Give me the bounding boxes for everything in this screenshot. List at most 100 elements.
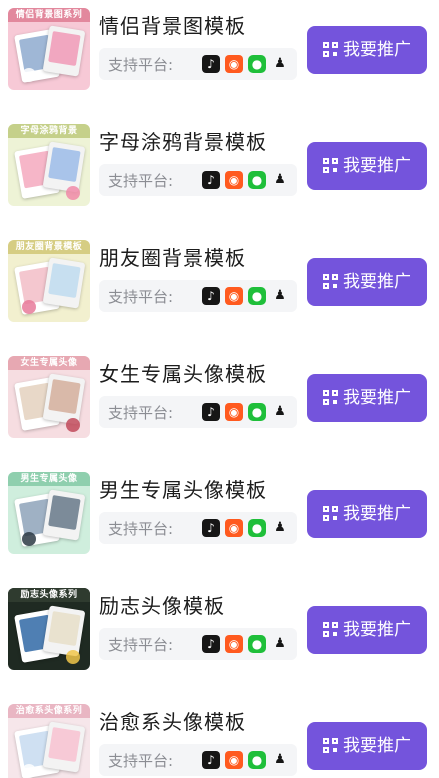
template-thumbnail[interactable]: 朋友圈背景模板 [8, 240, 90, 322]
list-item[interactable]: 情侣背景图系列 情侣背景图模板 支持平台: ♪ ◉ ● ♟ 我要推广 [0, 0, 439, 108]
qq-icon: ♟ [274, 636, 286, 651]
qq-icon: ♟ [274, 520, 286, 535]
platform-label: 支持平台: [108, 404, 174, 422]
kuaishou-icon: ◉ [225, 55, 243, 73]
promote-button[interactable]: 我要推广 [307, 258, 427, 306]
kuaishou-icon: ◉ [225, 287, 243, 305]
douyin-icon: ♪ [202, 635, 220, 653]
list-item[interactable]: 朋友圈背景模板 朋友圈背景模板 支持平台: ♪ ◉ ● ♟ 我要推广 [0, 224, 439, 340]
wechat-icon: ● [248, 403, 266, 421]
template-thumbnail[interactable]: 男生专属头像 [8, 472, 90, 554]
template-title: 朋友圈背景模板 [99, 246, 246, 270]
list-item[interactable]: 女生专属头像 女生专属头像模板 支持平台: ♪ ◉ ● ♟ 我要推广 [0, 340, 439, 456]
promote-button[interactable]: 我要推广 [307, 374, 427, 422]
supported-platforms: 支持平台: ♪ ◉ ● ♟ [99, 512, 297, 544]
list-item[interactable]: 男生专属头像 男生专属头像模板 支持平台: ♪ ◉ ● ♟ 我要推广 [0, 456, 439, 572]
template-thumbnail[interactable]: 字母涂鸦背景 [8, 124, 90, 206]
qq-icon: ♟ [274, 56, 286, 71]
thumbnail-decoration [22, 300, 36, 314]
wechat-icon: ● [248, 751, 266, 769]
template-title: 字母涂鸦背景模板 [99, 130, 267, 154]
douyin-icon: ♪ [202, 403, 220, 421]
promote-button[interactable]: 我要推广 [307, 142, 427, 190]
promote-button-label: 我要推广 [343, 620, 411, 640]
wechat-icon: ● [248, 171, 266, 189]
douyin-icon: ♪ [202, 171, 220, 189]
supported-platforms: 支持平台: ♪ ◉ ● ♟ [99, 164, 297, 196]
platform-label: 支持平台: [108, 636, 174, 654]
template-list: 情侣背景图系列 情侣背景图模板 支持平台: ♪ ◉ ● ♟ 我要推广 字母涂鸦背… [0, 0, 439, 778]
qrcode-icon [323, 622, 338, 637]
template-thumbnail[interactable]: 情侣背景图系列 [8, 8, 90, 90]
list-item[interactable]: 治愈系头像系列 治愈系头像模板 支持平台: ♪ ◉ ● ♟ 我要推广 [0, 688, 439, 778]
template-thumbnail[interactable]: 女生专属头像 [8, 356, 90, 438]
douyin-icon: ♪ [202, 751, 220, 769]
thumbnail-caption: 字母涂鸦背景 [8, 124, 90, 138]
wechat-icon: ● [248, 55, 266, 73]
list-item[interactable]: 励志头像系列 励志头像模板 支持平台: ♪ ◉ ● ♟ 我要推广 [0, 572, 439, 688]
promote-button[interactable]: 我要推广 [307, 606, 427, 654]
list-item[interactable]: 字母涂鸦背景 字母涂鸦背景模板 支持平台: ♪ ◉ ● ♟ 我要推广 [0, 108, 439, 224]
thumbnail-decoration [66, 650, 80, 664]
thumbnail-decoration [22, 68, 36, 82]
template-title: 治愈系头像模板 [99, 710, 246, 734]
template-thumbnail[interactable]: 治愈系头像系列 [8, 704, 90, 778]
thumbnail-caption: 女生专属头像 [8, 356, 90, 370]
qrcode-icon [323, 274, 338, 289]
qq-icon: ♟ [274, 404, 286, 419]
wechat-icon: ● [248, 635, 266, 653]
template-thumbnail[interactable]: 励志头像系列 [8, 588, 90, 670]
platform-label: 支持平台: [108, 172, 174, 190]
kuaishou-icon: ◉ [225, 171, 243, 189]
promote-button-label: 我要推广 [343, 156, 411, 176]
thumbnail-caption: 治愈系头像系列 [8, 704, 90, 718]
thumbnail-caption: 情侣背景图系列 [8, 8, 90, 22]
promote-button-label: 我要推广 [343, 40, 411, 60]
douyin-icon: ♪ [202, 55, 220, 73]
qq-icon: ♟ [274, 752, 286, 767]
thumbnail-decoration [22, 764, 36, 778]
promote-button-label: 我要推广 [343, 504, 411, 524]
thumbnail-decoration [66, 418, 80, 432]
platform-label: 支持平台: [108, 288, 174, 306]
douyin-icon: ♪ [202, 287, 220, 305]
qrcode-icon [323, 158, 338, 173]
douyin-icon: ♪ [202, 519, 220, 537]
template-title: 男生专属头像模板 [99, 478, 267, 502]
promote-button-label: 我要推广 [343, 736, 411, 756]
template-title: 励志头像模板 [99, 594, 225, 618]
supported-platforms: 支持平台: ♪ ◉ ● ♟ [99, 280, 297, 312]
supported-platforms: 支持平台: ♪ ◉ ● ♟ [99, 396, 297, 428]
thumbnail-decoration [66, 186, 80, 200]
qrcode-icon [323, 738, 338, 753]
wechat-icon: ● [248, 519, 266, 537]
thumbnail-card-right [42, 25, 86, 77]
promote-button[interactable]: 我要推广 [307, 722, 427, 770]
supported-platforms: 支持平台: ♪ ◉ ● ♟ [99, 744, 297, 776]
kuaishou-icon: ◉ [225, 751, 243, 769]
platform-label: 支持平台: [108, 56, 174, 74]
promote-button[interactable]: 我要推广 [307, 490, 427, 538]
thumbnail-caption: 朋友圈背景模板 [8, 240, 90, 254]
qrcode-icon [323, 390, 338, 405]
qq-icon: ♟ [274, 172, 286, 187]
kuaishou-icon: ◉ [225, 519, 243, 537]
template-title: 女生专属头像模板 [99, 362, 267, 386]
platform-label: 支持平台: [108, 752, 174, 770]
promote-button[interactable]: 我要推广 [307, 26, 427, 74]
qq-icon: ♟ [274, 288, 286, 303]
thumbnail-caption: 男生专属头像 [8, 472, 90, 486]
template-title: 情侣背景图模板 [99, 14, 246, 38]
kuaishou-icon: ◉ [225, 403, 243, 421]
supported-platforms: 支持平台: ♪ ◉ ● ♟ [99, 48, 297, 80]
qrcode-icon [323, 42, 338, 57]
promote-button-label: 我要推广 [343, 272, 411, 292]
thumbnail-card-right [42, 721, 86, 773]
platform-label: 支持平台: [108, 520, 174, 538]
thumbnail-caption: 励志头像系列 [8, 588, 90, 602]
thumbnail-card-right [42, 489, 86, 541]
kuaishou-icon: ◉ [225, 635, 243, 653]
supported-platforms: 支持平台: ♪ ◉ ● ♟ [99, 628, 297, 660]
thumbnail-card-right [42, 141, 86, 193]
thumbnail-card-right [42, 373, 86, 425]
